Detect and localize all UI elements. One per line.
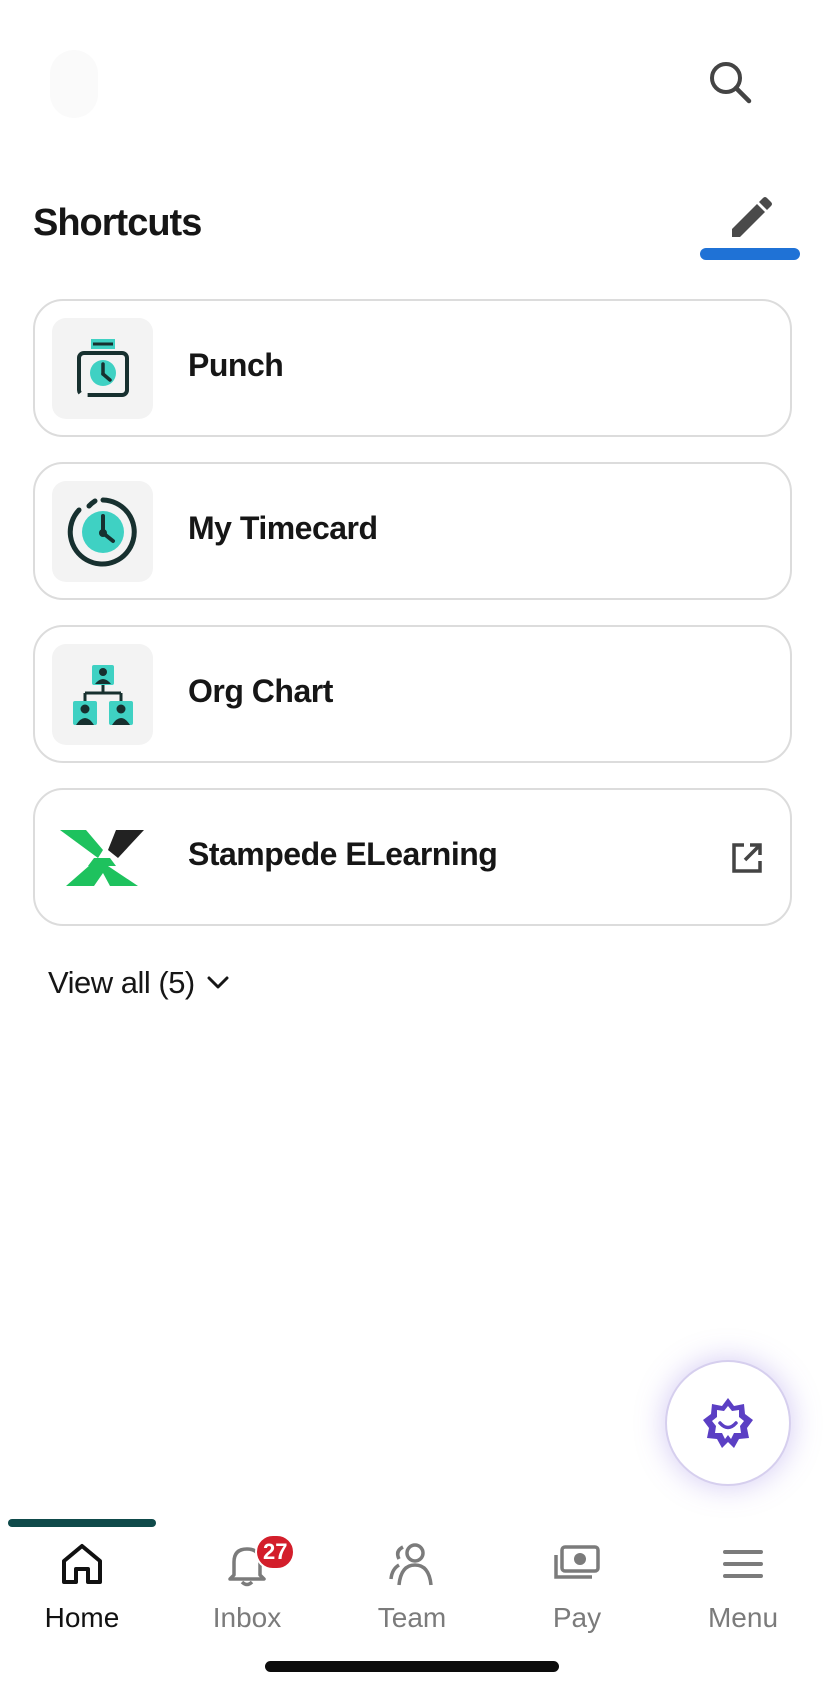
org-chart-icon xyxy=(72,664,133,725)
chevron-down-icon xyxy=(207,976,229,989)
search-button[interactable] xyxy=(700,52,760,112)
shortcut-label: Stampede ELearning xyxy=(188,836,498,872)
nav-pay[interactable]: Pay xyxy=(507,1538,647,1638)
shortcut-org-chart[interactable]: Org Chart xyxy=(33,625,792,763)
shortcut-stampede-elearning[interactable]: Stampede ELearning xyxy=(33,788,792,926)
shortcut-icon-tile xyxy=(52,807,153,908)
shortcut-label: Org Chart xyxy=(188,673,333,709)
nav-menu[interactable]: Menu xyxy=(673,1538,813,1638)
stampede-logo-icon xyxy=(59,829,144,886)
shortcut-icon-tile xyxy=(52,481,153,582)
nav-label: Home xyxy=(44,1602,120,1633)
nav-inbox[interactable]: 27 Inbox xyxy=(177,1534,317,1638)
section-title: Shortcuts xyxy=(33,202,202,244)
shortcuts-header: Shortcuts xyxy=(0,190,824,270)
external-link-icon xyxy=(732,843,762,873)
search-icon xyxy=(710,62,752,104)
assistant-button[interactable] xyxy=(665,1360,791,1486)
shortcut-label: My Timecard xyxy=(188,510,378,546)
shortcut-my-timecard[interactable]: My Timecard xyxy=(33,462,792,600)
view-all-label: View all (5) xyxy=(48,965,195,1000)
edit-shortcuts-button[interactable] xyxy=(700,190,800,262)
nav-home[interactable]: Home xyxy=(12,1538,152,1638)
timecard-clock-icon xyxy=(67,497,137,566)
avatar[interactable] xyxy=(50,50,98,118)
home-icon xyxy=(62,1544,102,1584)
nav-label: Menu xyxy=(707,1602,779,1633)
shortcut-punch[interactable]: Punch xyxy=(33,299,792,437)
nav-label: Inbox xyxy=(212,1602,282,1633)
top-bar xyxy=(0,0,824,160)
nav-label: Team xyxy=(377,1602,447,1633)
shortcut-icon-tile xyxy=(52,644,153,745)
punch-clock-icon xyxy=(76,338,129,397)
pay-icon xyxy=(554,1545,600,1579)
menu-icon xyxy=(723,1550,763,1578)
pencil-icon xyxy=(732,197,772,237)
inbox-count-badge: 27 xyxy=(255,1534,296,1570)
view-all-shortcuts[interactable]: View all (5) xyxy=(48,965,229,1001)
nav-team[interactable]: Team xyxy=(342,1538,482,1638)
shortcut-label: Punch xyxy=(188,347,284,383)
home-indicator xyxy=(265,1661,559,1672)
nav-label: Pay xyxy=(552,1602,602,1633)
assistant-smile-badge-icon xyxy=(703,1398,753,1448)
team-icon xyxy=(389,1543,433,1586)
bottom-nav: Home 27 Inbox Team Pay Menu xyxy=(0,1518,824,1638)
shortcut-icon-tile xyxy=(52,318,153,419)
edit-active-underline xyxy=(700,248,800,260)
